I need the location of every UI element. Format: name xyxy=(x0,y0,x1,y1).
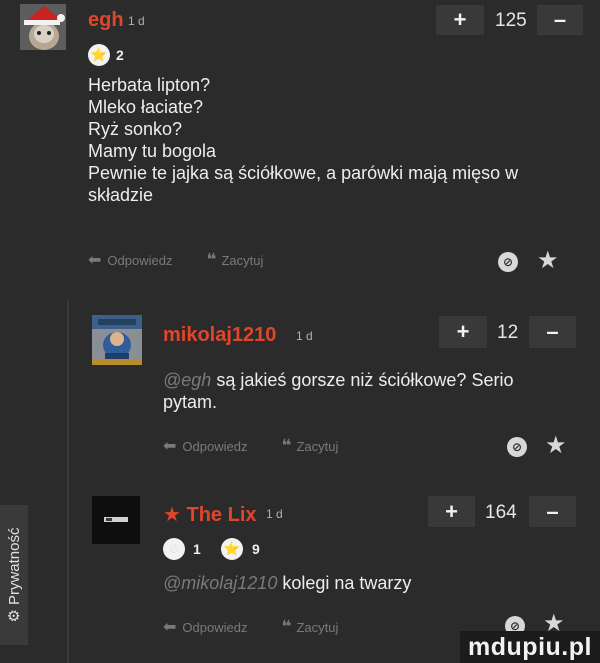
comment-line: składzie xyxy=(88,185,154,205)
comment-line: kolegi na twarzy xyxy=(282,573,412,593)
star-badge-icon: ⭐ xyxy=(88,44,110,66)
upvote-button[interactable]: + xyxy=(436,5,484,35)
badge-count: 1 xyxy=(193,541,201,557)
downvote-button[interactable]: – xyxy=(529,316,576,348)
privacy-label: Prywatność xyxy=(5,527,23,606)
comment-author[interactable]: ★ The Lix xyxy=(163,502,257,527)
circle-badge-icon: ⊘ xyxy=(163,538,185,560)
reply-link[interactable]: Odpowiedz xyxy=(182,620,247,635)
gear-icon: ⚙ xyxy=(6,609,23,623)
hide-icon[interactable]: ⊘ xyxy=(507,437,527,457)
avatar-image xyxy=(92,496,140,544)
favorite-star-icon[interactable]: ★ xyxy=(537,249,559,273)
reply-link[interactable]: Odpowiedz xyxy=(107,253,172,268)
avatar[interactable] xyxy=(20,4,66,50)
comment-line: Herbata lipton? xyxy=(88,75,211,95)
quote-icon[interactable]: ❝ xyxy=(281,436,291,456)
comment-line: Mleko łaciate? xyxy=(88,97,204,117)
upvote-button[interactable]: + xyxy=(428,496,475,527)
upvote-button[interactable]: + xyxy=(439,316,487,348)
mention-link[interactable]: @mikolaj1210 xyxy=(163,573,277,593)
comment-line: Pewnie te jajka są ściółkowe, a parówki … xyxy=(88,163,519,183)
avatar-image xyxy=(92,315,142,365)
badge-count: 2 xyxy=(116,47,124,63)
comment-time: 1 d xyxy=(128,14,145,28)
comment-author[interactable]: egh xyxy=(88,9,124,32)
quote-link[interactable]: Zacytuj xyxy=(296,439,338,454)
quote-link[interactable]: Zacytuj xyxy=(221,253,263,268)
comment-author[interactable]: mikolaj1210 xyxy=(163,324,276,347)
avatar-image xyxy=(20,4,66,50)
vote-count: 12 xyxy=(497,322,519,343)
comment-line: Ryż sonko? xyxy=(88,119,183,139)
thread-line xyxy=(67,300,69,663)
favorite-star-icon[interactable]: ★ xyxy=(545,434,567,458)
comment-actions: ⬅ Odpowiedz ❝ Zacytuj xyxy=(163,436,338,456)
vote-count: 164 xyxy=(485,502,517,523)
comment-body: Herbata lipton? Mleko łaciate? Ryż sonko… xyxy=(88,74,568,206)
comment-line: pytam. xyxy=(163,392,218,412)
comment-time: 1 d xyxy=(296,329,313,343)
reply-icon[interactable]: ⬅ xyxy=(163,436,176,456)
privacy-side-tab[interactable]: ⚙ Prywatność xyxy=(0,505,28,645)
comment-line: Mamy tu bogola xyxy=(88,141,217,161)
avatar[interactable] xyxy=(92,315,142,365)
comment-time: 1 d xyxy=(266,507,283,521)
comment-actions: ⬅ Odpowiedz ❝ Zacytuj xyxy=(163,617,338,637)
star-badge-icon: ⭐ xyxy=(221,538,243,560)
vote-count: 125 xyxy=(495,10,527,31)
reply-icon[interactable]: ⬅ xyxy=(163,617,176,637)
downvote-button[interactable]: – xyxy=(537,5,583,35)
downvote-button[interactable]: – xyxy=(529,496,576,527)
quote-link[interactable]: Zacytuj xyxy=(296,620,338,635)
watermark: mdupiu.pl xyxy=(460,631,600,663)
author-star-icon: ★ xyxy=(163,504,181,526)
badge-count: 9 xyxy=(252,541,260,557)
comment-actions: ⬅ Odpowiedz ❝ Zacytuj xyxy=(88,250,263,270)
comment-body: @egh są jakieś gorsze niż ściółkowe? Ser… xyxy=(163,369,563,413)
hide-icon[interactable]: ⊘ xyxy=(498,252,518,272)
quote-icon[interactable]: ❝ xyxy=(281,617,291,637)
comment-line: są jakieś gorsze niż ściółkowe? Serio xyxy=(216,370,514,390)
reply-icon[interactable]: ⬅ xyxy=(88,250,101,270)
comment-body: @mikolaj1210 kolegi na twarzy xyxy=(163,572,563,594)
avatar[interactable] xyxy=(92,496,140,544)
quote-icon[interactable]: ❝ xyxy=(206,250,216,270)
mention-link[interactable]: @egh xyxy=(163,370,211,390)
reply-link[interactable]: Odpowiedz xyxy=(182,439,247,454)
